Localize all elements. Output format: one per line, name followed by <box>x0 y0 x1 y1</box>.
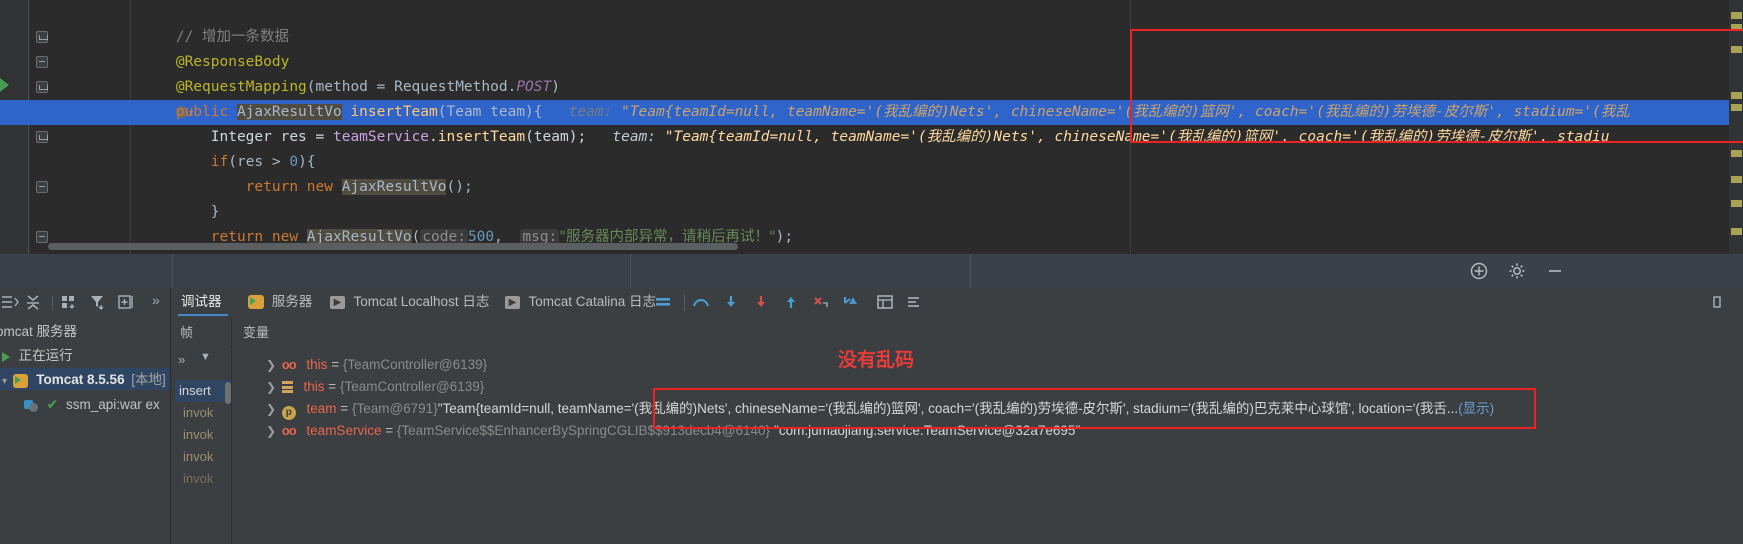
chevron-right-icon[interactable]: ❯ <box>264 376 278 398</box>
run-to-cursor-icon[interactable] <box>842 294 860 310</box>
intellij-idea-window: // 增加一条数据 @ResponseBody @RequestMapping(… <box>0 0 1743 544</box>
layout-icon[interactable] <box>60 293 80 311</box>
oo-icon: oo <box>281 423 297 438</box>
artifact-icon <box>24 399 40 413</box>
settings-layout-icon[interactable] <box>905 294 923 310</box>
more-options-icon[interactable]: » <box>152 292 160 308</box>
step-out-icon[interactable] <box>782 294 800 310</box>
variable-row-teamservice[interactable]: ❯ oo teamService = {TeamService$$Enhance… <box>264 420 1080 442</box>
frames-header: 帧 <box>180 325 194 340</box>
chevron-right-icon[interactable]: ❯ <box>264 398 278 420</box>
collapse-all-icon[interactable] <box>24 293 44 311</box>
frames-scrollbar[interactable] <box>225 382 231 404</box>
force-step-into-icon[interactable] <box>752 294 770 310</box>
fold-marker-icon[interactable] <box>36 231 48 243</box>
tomcat-icon <box>12 373 28 388</box>
team-to-string-value: "Team{teamId=null, teamName='(我乱编的)Nets'… <box>437 401 1459 416</box>
current-line-gutter-highlight <box>0 100 48 125</box>
editor-error-stripe[interactable] <box>1729 0 1743 262</box>
tab-tomcat-localhost-log[interactable]: ▶ Tomcat Localhost 日志 <box>330 288 489 316</box>
variable-row-this-2[interactable]: ❯ this = {TeamController@6139} <box>264 376 484 398</box>
frames-thread-selector[interactable]: » <box>178 352 185 367</box>
frames-list[interactable]: insert invok invok invok invok <box>175 380 231 544</box>
variables-panel[interactable]: ❯ oo this = {TeamController@6139} ❯ this… <box>232 346 1743 544</box>
tree-item-ssm-api-war[interactable]: ✔ ssm_api:war ex <box>24 393 160 415</box>
minimize-icon[interactable] <box>1546 262 1564 280</box>
strip-divider <box>970 254 971 288</box>
show-value-link[interactable]: (显示) <box>1458 401 1494 416</box>
stack-icon <box>281 381 293 393</box>
right-tool-strip <box>1721 288 1743 544</box>
fold-marker-icon[interactable] <box>36 56 48 68</box>
tomcat-icon <box>248 295 264 310</box>
gear-icon[interactable] <box>1508 262 1526 280</box>
oo-icon: oo <box>281 357 297 372</box>
annotation-note-no-garbled: 没有乱码 <box>838 350 915 371</box>
tree-item-running[interactable]: 正在运行 <box>2 345 73 367</box>
tab-server[interactable]: 服务器 <box>248 288 312 316</box>
console-icon: ▶ <box>505 295 520 309</box>
expand-all-icon[interactable] <box>0 293 20 311</box>
frame-item-invoke-2[interactable]: invok <box>175 424 231 446</box>
services-tree[interactable]: omcat 服务器 正在运行 ▾ Tomcat 8.5.56 [本地] ✔ ss… <box>0 318 170 544</box>
toolbar-separator <box>52 296 53 310</box>
evaluate-expression-icon[interactable] <box>876 294 894 310</box>
frame-item-invoke-1[interactable]: invok <box>175 402 231 424</box>
strip-divider <box>630 254 631 288</box>
toolbar-separator <box>684 294 685 311</box>
check-icon: ✔ <box>46 396 59 412</box>
gutter-divider <box>28 0 29 262</box>
code-editor[interactable]: // 增加一条数据 @ResponseBody @RequestMapping(… <box>0 0 1743 262</box>
add-service-icon[interactable] <box>117 293 137 311</box>
run-icon <box>2 351 10 362</box>
source-code[interactable]: // 增加一条数据 @ResponseBody @RequestMapping(… <box>60 0 1743 262</box>
variable-row-this-1[interactable]: ❯ oo this = {TeamController@6139} <box>264 354 487 376</box>
fold-marker-icon[interactable] <box>36 81 48 93</box>
tab-debugger[interactable]: 调试器 <box>181 288 222 316</box>
tab-tomcat-catalina-log[interactable]: ▶ Tomcat Catalina 日志 <box>505 288 656 316</box>
frame-item-invoke-3[interactable]: invok <box>175 446 231 468</box>
variables-header: 变量 <box>243 325 270 340</box>
add-watch-icon[interactable] <box>1470 262 1488 280</box>
editor-gutter[interactable] <box>0 0 30 262</box>
fold-marker-icon[interactable] <box>36 31 48 43</box>
frame-item-insert[interactable]: insert <box>175 380 231 402</box>
fold-marker-icon[interactable] <box>36 131 48 143</box>
tree-item-tomcat-server[interactable]: omcat 服务器 <box>0 321 77 343</box>
filter-icon[interactable] <box>89 293 109 311</box>
fold-marker-icon[interactable] <box>36 181 48 193</box>
chevron-down-icon[interactable]: ▾ <box>2 376 7 387</box>
chevron-right-icon[interactable]: ❯ <box>264 420 278 442</box>
frame-item-invoke-4[interactable]: invok <box>175 468 231 490</box>
inline-hint-value-2: "Team{teamId=null, teamName='(我乱编的)Nets'… <box>664 129 1610 145</box>
chevron-down-icon[interactable]: ▼ <box>200 351 211 363</box>
drop-frame-icon[interactable] <box>812 294 830 310</box>
chevron-right-icon[interactable]: ❯ <box>264 354 278 376</box>
tree-item-tomcat-8-5-56[interactable]: ▾ Tomcat 8.5.56 [本地] <box>2 369 166 391</box>
editor-horizontal-scrollbar[interactable] <box>48 243 738 250</box>
variable-row-team[interactable]: ❯ p team = {Team@6791}"Team{teamId=null,… <box>264 398 1494 420</box>
console-toggle-icon[interactable] <box>654 294 672 310</box>
tab-active-underline <box>178 314 228 316</box>
strip-divider <box>172 254 173 288</box>
step-over-icon[interactable] <box>692 294 710 310</box>
p-icon: p <box>281 406 296 420</box>
step-into-icon[interactable] <box>722 294 740 310</box>
run-to-cursor-marker-icon <box>0 78 14 94</box>
console-icon: ▶ <box>330 295 345 309</box>
